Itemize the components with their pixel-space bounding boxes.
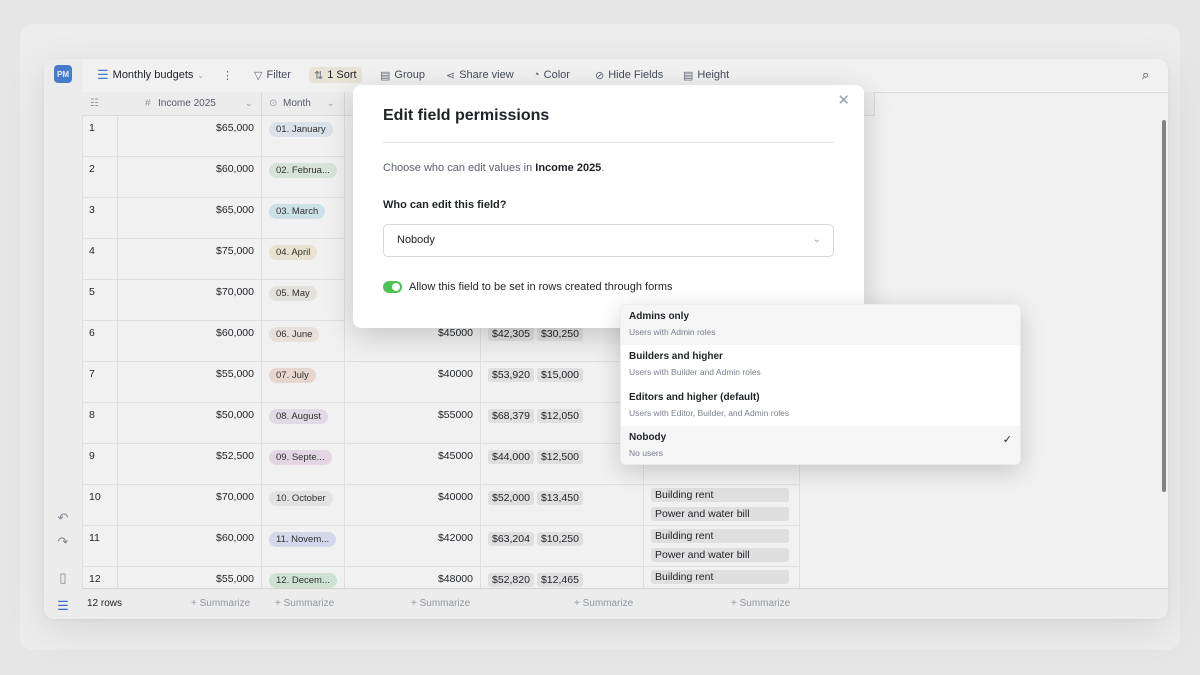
modal-title: Edit field permissions (383, 107, 550, 124)
option-builders-and-higher[interactable]: Builders and higher Users with Builder a… (621, 345, 1020, 385)
form-toggle-row: Allow this field to be set in rows creat… (383, 281, 673, 293)
close-icon[interactable]: ✕ (837, 91, 850, 109)
form-toggle-switch[interactable] (383, 281, 402, 293)
option-admins-only[interactable]: Admins only Users with Admin roles (621, 305, 1020, 345)
option-title: Builders and higher (629, 351, 723, 362)
option-editors-and-higher[interactable]: Editors and higher (default) Users with … (621, 386, 1020, 426)
modal-divider (383, 142, 834, 143)
field-name: Income 2025 (535, 162, 602, 174)
check-icon: ✓ (1002, 434, 1012, 446)
modal-description: Choose who can edit values in Income 202… (383, 162, 604, 174)
option-subtitle: Users with Builder and Admin roles (629, 367, 761, 377)
permission-select[interactable]: Nobody ⌄ (383, 224, 834, 257)
option-nobody[interactable]: Nobody No users ✓ (621, 426, 1020, 464)
option-subtitle: Users with Admin roles (629, 327, 716, 337)
desc-suffix: . (601, 162, 605, 174)
form-toggle-label: Allow this field to be set in rows creat… (409, 281, 673, 293)
option-subtitle: Users with Editor, Builder, and Admin ro… (629, 408, 790, 418)
chevron-down-icon: ⌄ (812, 234, 821, 245)
desc-prefix: Choose who can edit values in (383, 162, 536, 174)
option-title: Nobody (629, 432, 667, 443)
option-subtitle: No users (629, 448, 664, 458)
permission-select-value: Nobody (397, 234, 435, 246)
option-title: Admins only (629, 311, 690, 322)
option-title: Editors and higher (default) (629, 392, 760, 403)
edit-field-permissions-modal: Edit field permissions ✕ Choose who can … (353, 85, 864, 328)
permission-dropdown: Admins only Users with Admin roles Build… (620, 304, 1021, 465)
permission-question: Who can edit this field? (383, 199, 507, 211)
